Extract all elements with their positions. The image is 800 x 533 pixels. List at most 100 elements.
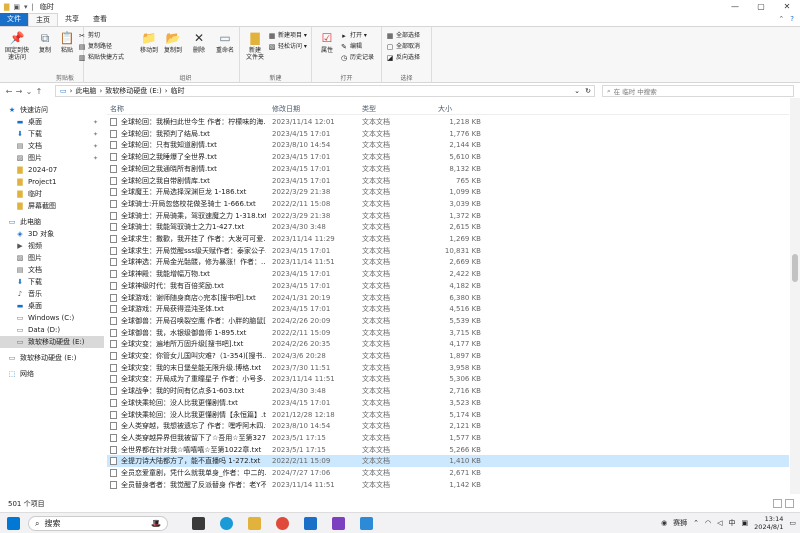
nav-item[interactable]: ▇ 屏幕截图 xyxy=(0,200,104,212)
vertical-scrollbar[interactable] xyxy=(790,98,800,494)
app-tray-icon[interactable]: ▣ xyxy=(742,519,749,527)
nav-item[interactable]: ★ 快速访问 xyxy=(0,104,104,116)
up-arrow-icon[interactable]: ↑ xyxy=(34,87,44,96)
close-button[interactable]: ✕ xyxy=(774,0,800,13)
history-button[interactable]: ◷ 历史记录 xyxy=(340,53,374,62)
nav-item[interactable]: ◈ 3D 对象 xyxy=(0,228,104,240)
tab-share[interactable]: 共享 xyxy=(58,13,86,26)
weather-label[interactable]: 赛狮 xyxy=(673,518,687,528)
wifi-icon[interactable]: ◠ xyxy=(705,519,711,527)
nav-item[interactable]: ▭ 此电脑 xyxy=(0,216,104,228)
nav-item[interactable]: ▤ 文档 ✦ xyxy=(0,140,104,152)
file-row[interactable]: 全球灾变：遍地所万固升级[搜书吧].txt 2024/2/26 20:35 文本文档… xyxy=(107,338,789,350)
properties-button[interactable]: ☑ 属性 xyxy=(314,30,340,54)
edit-button[interactable]: ✎ 编辑 xyxy=(340,42,362,51)
start-button[interactable] xyxy=(7,517,20,530)
nav-item[interactable]: ▤ 文档 xyxy=(0,264,104,276)
file-row[interactable]: 全球灾变：我的末日堡垒能无限升级.博格.txt 2023/7/30 11:51 文本… xyxy=(107,362,789,374)
breadcrumb-current[interactable]: 临时 xyxy=(171,86,185,96)
new-folder-button[interactable]: ▇ 新建 文件夹 xyxy=(242,30,268,61)
file-row[interactable]: 全员替身者者：我觉醒了反派替身 作者：老Y不... 2023/11/14 11:5… xyxy=(107,479,789,491)
collapse-ribbon-icon[interactable]: ⌃ xyxy=(778,13,784,26)
paste-shortcut-button[interactable]: ▥ 粘贴快捷方式 xyxy=(78,53,124,62)
file-row[interactable]: 全球快乘轮回：没人比我更懂剧情【永恒篇】.txt 2021/12/28 12:18… xyxy=(107,409,789,421)
app2-icon[interactable] xyxy=(360,517,373,530)
file-row[interactable]: 全球求生：撒歡，我开挂了 作者：大发可可爱... 2023/11/14 11:29… xyxy=(107,233,789,245)
select-all-button[interactable]: ▦ 全部选择 xyxy=(386,31,420,40)
breadcrumb-this-pc[interactable]: 此电脑 xyxy=(75,86,96,96)
nav-item[interactable]: ▬ 桌面 xyxy=(0,300,104,312)
maximize-button[interactable]: ▢ xyxy=(748,0,774,13)
nav-item[interactable]: ▇ Project1 xyxy=(0,176,104,188)
paste-button[interactable]: 📋 粘贴 xyxy=(54,30,80,54)
forward-arrow-icon[interactable]: → xyxy=(14,87,24,96)
delete-button[interactable]: ✕ 删除 xyxy=(186,30,212,54)
rename-button[interactable]: ▭ 重命名 xyxy=(210,30,240,54)
file-row[interactable]: 全球轮回之我自带剧情库.txt 2023/4/15 17:01 文本文档 765 KB xyxy=(107,175,789,187)
help-icon[interactable]: ? xyxy=(790,13,794,26)
nav-item[interactable]: ▇ 临时 xyxy=(0,188,104,200)
file-row[interactable]: 全球轮回：我预判了结局.txt 2023/4/15 17:01 文本文档 1,776 … xyxy=(107,128,789,140)
file-row[interactable]: 全员恋爱童剧，凭什么就我单身_作者：中二的... 2024/7/27 17:06 文… xyxy=(107,467,789,479)
nav-item[interactable]: ▨ 图片 xyxy=(0,252,104,264)
dropdown-icon[interactable]: ▾ xyxy=(24,3,28,11)
column-header-date[interactable]: 修改日期 xyxy=(272,104,300,114)
file-row[interactable]: 全球御兽：我，水银级御兽师 1-895.txt 2022/2/11 15:09 文本… xyxy=(107,327,789,339)
nav-item[interactable]: ▶ 视频 xyxy=(0,240,104,252)
file-row[interactable]: 全球骑士:开局忽悠校花做圣骑士 1-666.txt 2022/2/11 15:08… xyxy=(107,198,789,210)
nav-item[interactable]: ▭ Windows (C:) xyxy=(0,312,104,324)
task-view-icon[interactable] xyxy=(192,517,205,530)
copy-to-button[interactable]: 📂 复制到 xyxy=(160,30,186,54)
cut-button[interactable]: ✂ 剪切 xyxy=(78,31,100,40)
breadcrumb-drive[interactable]: 致软移动硬盘 (E:) xyxy=(105,86,161,96)
nav-item[interactable]: ⬚ 网络 xyxy=(0,368,104,380)
file-row[interactable]: 全球轮回：只有我知道剧情.txt 2023/8/10 14:54 文本文档 2,144… xyxy=(107,139,789,151)
nav-item[interactable]: ▇ 2024-07 xyxy=(0,164,104,176)
visual-studio-icon[interactable] xyxy=(332,517,345,530)
file-row[interactable]: 全球战争：我的时间有亿点多1-603.txt 2023/4/30 3:48 文本文档… xyxy=(107,385,789,397)
taskbar-search[interactable]: ⌕ 搜索 🎩 xyxy=(28,516,168,531)
nav-item[interactable]: ⬇ 下载 xyxy=(0,276,104,288)
file-row[interactable]: 全球灾变：你管女儿国叫灾难?（1-354)[搜书... 2024/3/6 20:2… xyxy=(107,350,789,362)
copy-path-button[interactable]: ▤ 复制路径 xyxy=(78,42,112,51)
chevron-up-icon[interactable]: ⌃ xyxy=(693,519,699,527)
details-view-icon[interactable] xyxy=(773,499,782,508)
save-icon[interactable]: ▣ xyxy=(13,3,20,11)
address-bar[interactable]: ▭ › 此电脑 › 致软移动硬盘 (E:) › 临时 ⌄ ↻ xyxy=(55,85,595,97)
nav-item[interactable]: ▭ 致软移动硬盘 (E:) xyxy=(0,336,104,348)
file-row[interactable]: 全球神殿：我能增幅万物.txt 2023/4/15 17:01 文本文档 2,422 … xyxy=(107,268,789,280)
file-row[interactable]: 全球神选：开局金光骷髅，修为暴涨！作者：... 2023/11/14 11:51 文… xyxy=(107,256,789,268)
pin-quick-access-button[interactable]: 📌 固定到快 速访问 xyxy=(2,30,32,61)
column-header-size[interactable]: 大小 xyxy=(438,104,452,114)
column-header-type[interactable]: 类型 xyxy=(362,104,376,114)
file-row[interactable]: 全球轮回之我通晓所有剧情.txt 2023/4/15 17:01 文本文档 8,132… xyxy=(107,163,789,175)
address-dropdown-icon[interactable]: ⌄ xyxy=(574,87,580,95)
open-button[interactable]: ▸ 打开 ▾ xyxy=(340,31,367,40)
file-row[interactable]: 全世界都在针对我☆嘻嘻嘻☆至第1022章.txt 2023/5/1 17:15 文本… xyxy=(107,444,789,456)
back-arrow-icon[interactable]: ← xyxy=(4,87,14,96)
volume-icon[interactable]: ◁ xyxy=(717,519,722,527)
tab-home[interactable]: 主页 xyxy=(28,13,58,26)
nav-item[interactable]: ▭ Data (D:) xyxy=(0,324,104,336)
file-row[interactable]: 全球轮回之我睡爆了全世界.txt 2023/4/15 17:01 文本文档 5,610… xyxy=(107,151,789,163)
file-row[interactable]: 全球骑士：我能驾驭骑士之力1-427.txt 2023/4/30 3:48 文本文档… xyxy=(107,221,789,233)
move-to-button[interactable]: 📁 移动到 xyxy=(136,30,162,54)
scrollbar-thumb[interactable] xyxy=(792,254,798,282)
file-row[interactable]: 全球骑士：开局骑乘，驾驭速魔之力 1-318.txt 2022/3/29 21:3… xyxy=(107,210,789,222)
large-icons-view-icon[interactable] xyxy=(785,499,794,508)
file-row[interactable]: 全球游戏：开局获得混沌圣体.txt 2023/4/15 17:01 文本文档 4,51… xyxy=(107,303,789,315)
ime-indicator[interactable]: 中 xyxy=(729,518,736,528)
file-row[interactable]: 全球魔王：开局选择深渊巨龙 1-186.txt 2022/3/29 21:38 文本… xyxy=(107,186,789,198)
file-row[interactable]: 全球游戏：谢师随身商店◇完本[搜书吧].txt 2024/1/31 20:19 文本… xyxy=(107,292,789,304)
nav-item[interactable]: ▨ 图片 ✦ xyxy=(0,152,104,164)
column-header-name[interactable]: 名称 xyxy=(110,104,124,114)
nav-item[interactable]: ▬ 桌面 ✦ xyxy=(0,116,104,128)
search-input[interactable]: ⌕ 在 临时 中搜索 xyxy=(602,85,794,97)
nav-item[interactable]: ♪ 音乐 xyxy=(0,288,104,300)
edge-icon[interactable] xyxy=(220,517,233,530)
file-row[interactable]: 全球灾变：开局成为了重瞳星子 作者：小号多... 2023/11/14 11:51… xyxy=(107,373,789,385)
invert-selection-button[interactable]: ◪ 反向选择 xyxy=(386,53,420,62)
file-row[interactable]: 全球求生：开局觉醒sss级天赋作者：泰家公子.t... 2023/4/15 17:… xyxy=(107,245,789,257)
file-row[interactable]: 全球轮回：我横扫此世今生 作者：柠檬味的海... 2023/11/14 12:01… xyxy=(107,116,789,128)
file-row[interactable]: 全球快乘轮回：没人比我更懂剧情.txt 2023/4/15 17:01 文本文档 3,… xyxy=(107,397,789,409)
